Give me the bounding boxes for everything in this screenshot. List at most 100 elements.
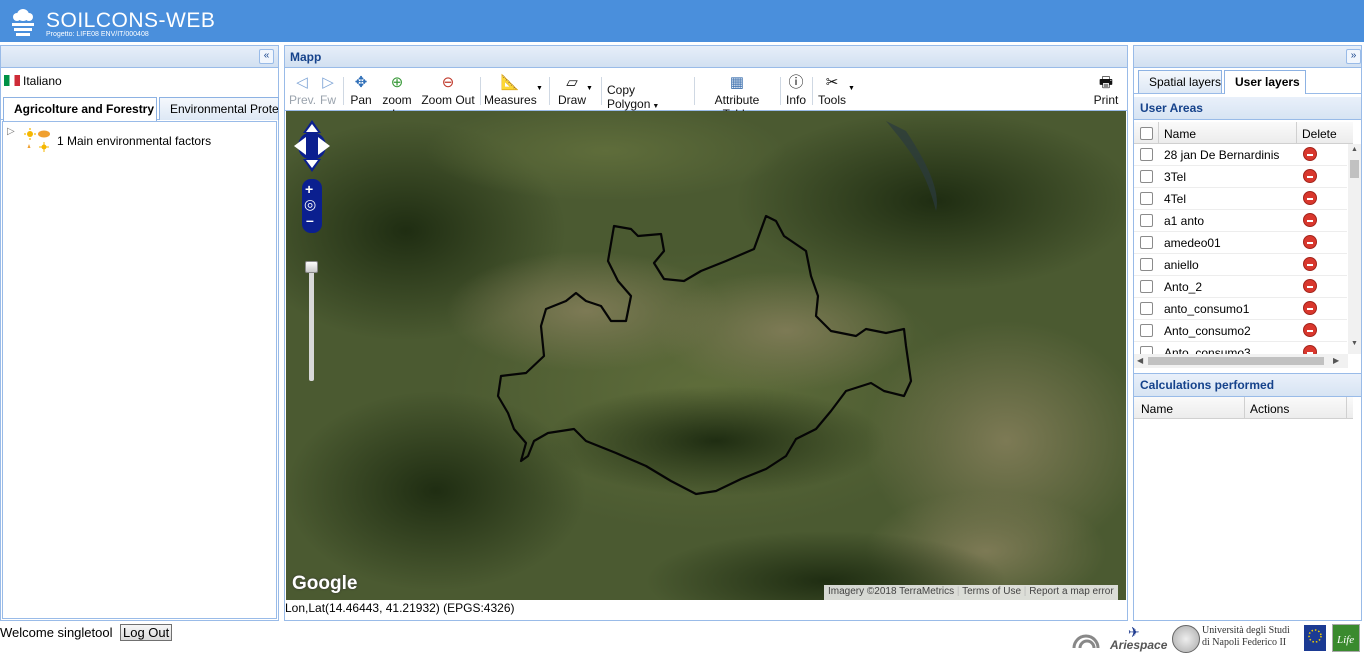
copy-polygon-button[interactable]: Copy Polygon ▼ (607, 83, 687, 111)
right-tab-bar: Spatial layers User layers (1134, 69, 1361, 94)
row-checkbox[interactable] (1140, 148, 1153, 161)
tab-user-layers[interactable]: User layers (1224, 70, 1306, 94)
draw-button[interactable]: ▱ Draw (555, 73, 589, 107)
svg-text:Life: Life (1336, 634, 1354, 646)
forward-button[interactable]: ▷ Fw (317, 73, 339, 107)
zoom-in-icon: ⊕ (390, 74, 404, 91)
column-divider (1244, 397, 1245, 419)
tree-item-main-environmental-factors[interactable]: 1 Main environmental factors (57, 134, 211, 148)
row-checkbox[interactable] (1140, 258, 1153, 271)
table-row[interactable]: amedeo01 (1134, 232, 1347, 254)
table-row[interactable]: aniello (1134, 254, 1347, 276)
row-checkbox[interactable] (1140, 280, 1153, 293)
tab-agricolture-and-forestry[interactable]: Agricolture and Forestry (3, 97, 157, 121)
table-row[interactable]: Anto_consumo3 (1134, 342, 1347, 354)
double-chevron-left-icon[interactable]: « (259, 49, 274, 64)
delete-icon[interactable] (1303, 279, 1317, 293)
row-checkbox[interactable] (1140, 324, 1153, 337)
printer-icon: 🖶 (1098, 74, 1114, 91)
row-checkbox[interactable] (1140, 214, 1153, 227)
row-checkbox[interactable] (1140, 192, 1153, 205)
calculations-grid-header: Name Actions (1134, 397, 1353, 419)
left-panel-header: « (1, 46, 278, 68)
scroll-left-icon[interactable]: ◀ (1137, 356, 1143, 365)
delete-icon[interactable] (1303, 213, 1317, 227)
app-logo-icon (6, 5, 40, 39)
delete-icon[interactable] (1303, 323, 1317, 337)
toolbar-separator (601, 77, 602, 105)
row-checkbox[interactable] (1140, 302, 1153, 315)
column-calc-actions[interactable]: Actions (1250, 402, 1289, 416)
delete-icon[interactable] (1303, 345, 1317, 354)
pan-control[interactable] (294, 119, 330, 175)
row-checkbox[interactable] (1140, 236, 1153, 249)
scroll-down-icon[interactable]: ▼ (1351, 340, 1358, 347)
row-checkbox[interactable] (1140, 346, 1153, 354)
zoom-slider-handle[interactable] (305, 261, 318, 273)
tab-environmental-protection[interactable]: Environmental Protect (159, 97, 279, 120)
table-row[interactable]: 28 jan De Bernardinis (1134, 144, 1347, 166)
scroll-right-icon[interactable]: ▶ (1333, 356, 1339, 365)
globe-icon[interactable]: ◎ (304, 196, 316, 213)
tab-spatial-layers[interactable]: Spatial layers (1138, 70, 1222, 93)
select-all-checkbox[interactable] (1140, 127, 1153, 140)
table-row[interactable]: Anto_consumo2 (1134, 320, 1347, 342)
scrollbar-thumb[interactable] (1148, 357, 1324, 365)
user-areas-list: 28 jan De Bernardinis 3Tel 4Tel a1 anto amed… (1134, 144, 1347, 354)
logout-button[interactable]: Log Out (120, 624, 173, 641)
map-view[interactable]: + ◎ – Google Imagery ©2018 TerraMetrics … (286, 111, 1126, 600)
delete-icon[interactable] (1303, 169, 1317, 183)
row-checkbox[interactable] (1140, 170, 1153, 183)
chevron-down-icon[interactable]: ▼ (848, 85, 855, 92)
delete-icon[interactable] (1303, 191, 1317, 205)
terms-of-use-link[interactable]: Terms of Use (962, 586, 1021, 597)
chevron-down-icon[interactable]: ▼ (536, 85, 543, 92)
column-calc-name[interactable]: Name (1141, 402, 1173, 416)
table-icon: ▦ (729, 74, 745, 91)
table-row[interactable]: a1 anto (1134, 210, 1347, 232)
delete-icon[interactable] (1303, 257, 1317, 271)
tree-expand-icon[interactable]: ▷ (7, 126, 15, 137)
toolbar-separator (780, 77, 781, 105)
delete-icon[interactable] (1303, 301, 1317, 315)
language-label: Italiano (23, 74, 62, 88)
info-button[interactable]: ⓘ Info (785, 73, 807, 107)
imagery-credit: Imagery ©2018 TerraMetrics (828, 586, 955, 597)
welcome-text: Welcome singletool (0, 625, 113, 640)
column-delete[interactable]: Delete (1302, 127, 1337, 141)
delete-icon[interactable] (1303, 235, 1317, 249)
scrollbar-thumb[interactable] (1350, 160, 1359, 178)
scroll-up-icon[interactable]: ▲ (1351, 146, 1358, 153)
table-row[interactable]: 3Tel (1134, 166, 1347, 188)
life-logo-icon: Life (1332, 624, 1360, 652)
pan-button[interactable]: ✥ Pan (347, 73, 375, 107)
left-tab-bar: Agricolture and Forestry Environmental P… (1, 96, 279, 121)
user-area-name: Anto_consumo2 (1164, 324, 1251, 338)
print-button[interactable]: 🖶 Print (1091, 73, 1121, 107)
prev-button[interactable]: ◁ Prev. (289, 73, 316, 107)
minus-icon[interactable]: – (306, 212, 314, 228)
zoom-slider-track[interactable] (309, 261, 314, 381)
tools-button[interactable]: ✂ Tools (817, 73, 847, 107)
column-divider (1296, 122, 1297, 144)
measures-button[interactable]: 📐 Measures (484, 73, 537, 107)
double-chevron-right-icon[interactable]: » (1346, 49, 1361, 64)
move-icon: ✥ (354, 74, 368, 91)
chevron-down-icon[interactable]: ▼ (586, 85, 593, 92)
language-selector[interactable]: Italiano (4, 74, 62, 90)
sun-cloud-icon (23, 127, 53, 153)
table-row[interactable]: anto_consumo1 (1134, 298, 1347, 320)
user-area-name: 3Tel (1164, 170, 1187, 184)
column-divider (1346, 397, 1347, 419)
column-name[interactable]: Name (1164, 127, 1196, 141)
app-header: SOILCONS-WEB Progetto: LIFE08 ENV/IT/000… (0, 0, 1364, 42)
report-map-error-link[interactable]: Report a map error (1029, 586, 1113, 597)
zoom-out-button[interactable]: ⊖ Zoom Out (421, 73, 475, 107)
plus-icon[interactable]: + (305, 181, 313, 197)
delete-icon[interactable] (1303, 147, 1317, 161)
table-row[interactable]: 4Tel (1134, 188, 1347, 210)
horizontal-scrollbar[interactable]: ◀ ▶ (1134, 354, 1348, 368)
table-row[interactable]: Anto_2 (1134, 276, 1347, 298)
eu-flag-icon (1304, 625, 1326, 651)
vertical-scrollbar[interactable]: ▲ ▼ (1348, 144, 1361, 354)
